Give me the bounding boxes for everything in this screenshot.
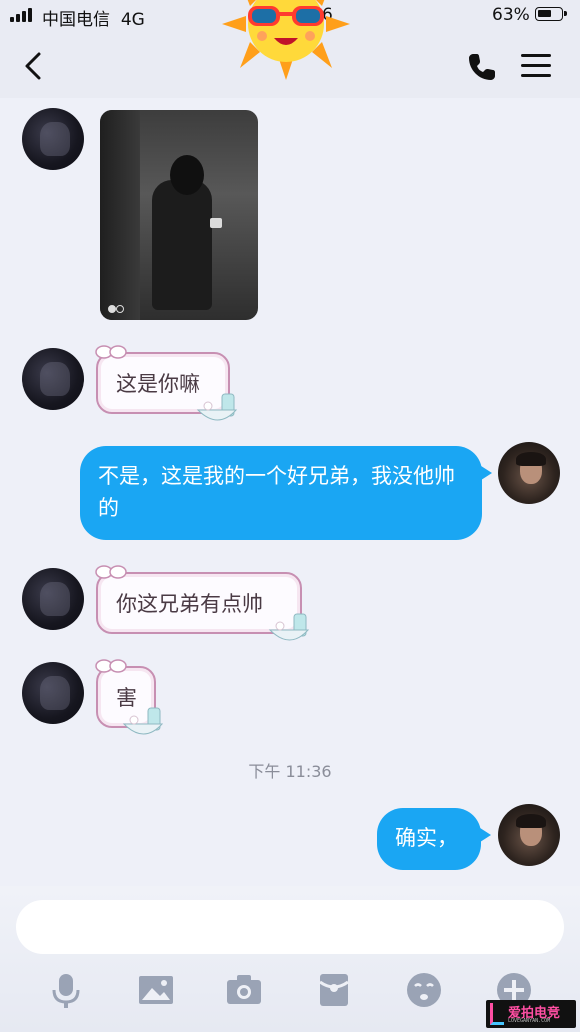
my-avatar[interactable] <box>498 804 560 866</box>
contact-avatar[interactable] <box>22 108 84 170</box>
chevron-left-icon <box>25 52 41 80</box>
bathtub-sticker-icon <box>196 393 238 421</box>
outgoing-message[interactable]: 确实， <box>377 808 491 870</box>
signal-icon <box>10 8 36 22</box>
message-input[interactable] <box>16 900 564 954</box>
contact-avatar[interactable] <box>22 568 84 630</box>
message-list: 这是你嘛 不是，这是我的一个好兄弟，我没他帅的 你这兄弟有点帅 害 下午 11:… <box>0 98 580 886</box>
battery-percent: 63% <box>492 5 530 25</box>
goggles-sticker-icon <box>95 565 127 579</box>
watermark-logo: 爱拍电竞 LOVEGANYAN.COM <box>486 1000 576 1028</box>
goggles-sticker-icon <box>95 659 127 673</box>
hamburger-menu-icon[interactable] <box>518 50 554 82</box>
outgoing-message[interactable]: 不是，这是我的一个好兄弟，我没他帅的 <box>80 446 492 540</box>
phone-icon[interactable] <box>464 49 500 85</box>
bathtub-sticker-icon <box>122 707 164 735</box>
message-text: 确实， <box>395 826 458 850</box>
message-timestamp: 下午 11:36 <box>248 762 332 781</box>
message-text: 不是，这是我的一个好兄弟，我没他帅的 <box>98 464 455 520</box>
microphone-icon[interactable] <box>46 970 86 1010</box>
carrier-label: 中国电信 4G <box>42 10 145 30</box>
contact-avatar[interactable] <box>22 348 84 410</box>
back-button[interactable] <box>14 46 54 86</box>
image-icon[interactable] <box>136 970 176 1010</box>
emoji-icon[interactable] <box>404 970 444 1010</box>
incoming-message[interactable]: 害 <box>95 659 164 735</box>
incoming-message[interactable]: 你这兄弟有点帅 <box>95 565 310 641</box>
camera-icon[interactable] <box>224 970 264 1010</box>
network-type: 4G <box>120 10 145 30</box>
message-text: 你这兄弟有点帅 <box>116 592 263 616</box>
message-text: 这是你嘛 <box>116 372 200 396</box>
incoming-message[interactable]: 这是你嘛 <box>95 345 238 421</box>
image-message[interactable] <box>100 110 258 320</box>
goggles-sticker-icon <box>95 345 127 359</box>
battery-icon <box>535 7 567 21</box>
my-avatar[interactable] <box>498 442 560 504</box>
contact-avatar[interactable] <box>22 662 84 724</box>
sun-sticker-icon <box>222 0 350 80</box>
red-packet-icon[interactable] <box>314 970 354 1010</box>
bathtub-sticker-icon <box>268 613 310 641</box>
